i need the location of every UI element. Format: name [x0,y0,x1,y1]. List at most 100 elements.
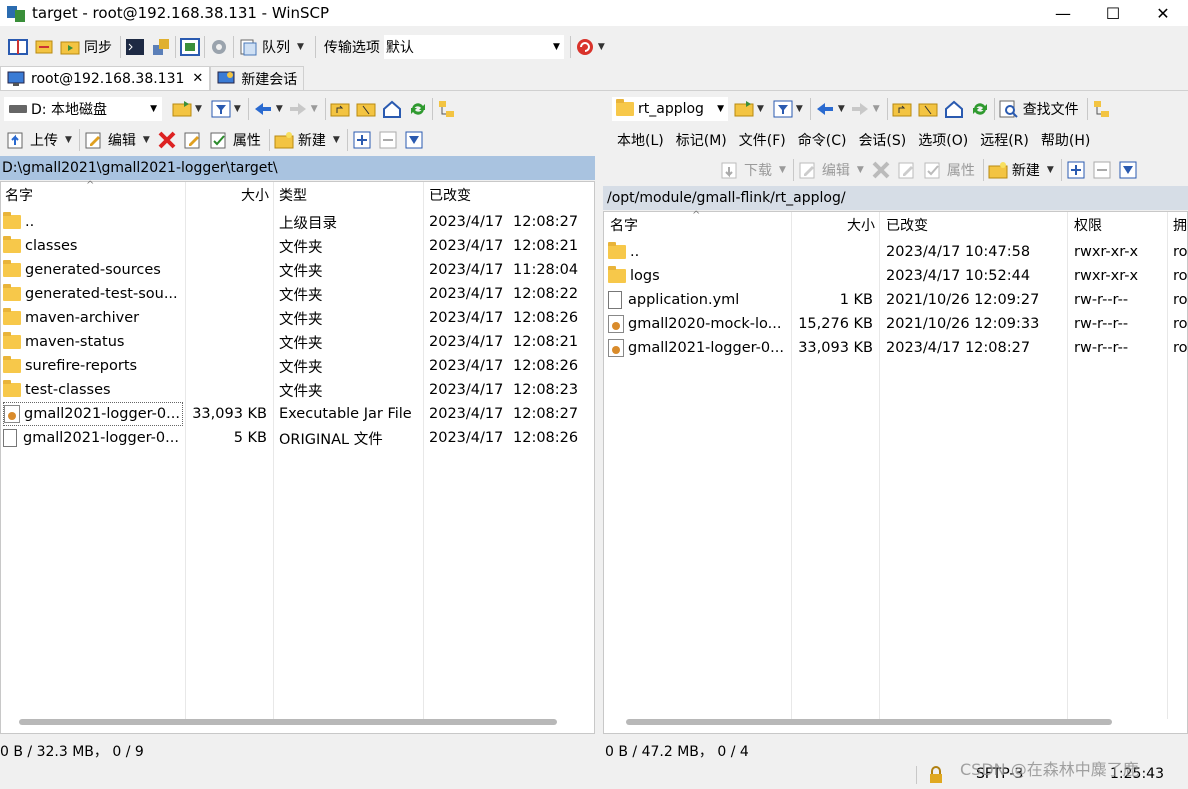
column-header-name[interactable]: 名字 [610,212,638,238]
console-icon[interactable] [125,37,145,57]
table-row[interactable]: logs 2023/4/17 10:52:44 rwxr-xr-x ro [604,264,1187,288]
compare-dirs-icon[interactable] [8,37,28,57]
new-button[interactable]: 新建 [1012,160,1040,180]
table-row[interactable]: test-classes 文件夹 2023/4/17 12:08:23 [1,378,594,402]
close-icon[interactable]: ✕ [192,71,203,86]
chevron-down-icon[interactable]: ▼ [276,104,283,114]
table-row[interactable]: maven-status 文件夹 2023/4/17 12:08:21 [1,330,594,354]
back-arrow-icon[interactable] [253,99,273,119]
chevron-down-icon[interactable]: ▼ [857,165,864,175]
chevron-down-icon[interactable]: ▼ [195,104,202,114]
parent-dir-icon[interactable] [330,99,350,119]
remote-dir-selector[interactable]: rt_applog ▼ [612,97,728,121]
column-header-owner[interactable]: 拥 [1173,212,1187,238]
filter-select-icon[interactable] [1118,160,1138,180]
chevron-down-icon[interactable]: ▼ [234,104,241,114]
queue-icon[interactable] [238,37,258,57]
filter-icon[interactable] [211,99,231,119]
chevron-down-icon[interactable]: ▼ [1047,165,1054,175]
menu-options[interactable]: 选项(O) [918,130,968,150]
gear-icon[interactable] [209,37,229,57]
table-row[interactable]: surefire-reports 文件夹 2023/4/17 12:08:26 [1,354,594,378]
edit-icon[interactable] [84,130,104,150]
chevron-down-icon[interactable]: ▼ [873,104,880,114]
back-arrow-icon[interactable] [815,99,835,119]
open-folder-icon[interactable] [172,99,192,119]
edit-button[interactable]: 编辑 [108,130,136,150]
rename-icon[interactable] [183,130,203,150]
menu-help[interactable]: 帮助(H) [1041,130,1090,150]
menu-remote[interactable]: 远程(R) [980,130,1029,150]
delete-icon[interactable] [157,130,177,150]
deselect-icon[interactable] [378,130,398,150]
queue-button[interactable]: 队列 [262,37,290,57]
table-row[interactable]: .. 上级目录 2023/4/17 12:08:27 [1,210,594,234]
refresh-icon[interactable] [408,99,428,119]
home-icon[interactable] [382,99,402,119]
sync-button[interactable]: 同步 [84,37,112,57]
column-header-type[interactable]: 类型 [279,182,307,208]
forward-arrow-icon[interactable] [850,99,870,119]
column-header-size[interactable]: 大小 [187,182,269,208]
properties-icon[interactable] [923,160,943,180]
horizontal-scrollbar[interactable] [626,719,1112,725]
select-all-icon[interactable] [352,130,372,150]
new-icon[interactable] [988,160,1008,180]
chevron-down-icon[interactable]: ▼ [297,42,304,52]
table-row[interactable]: generated-test-sou... 文件夹 2023/4/17 12:0… [1,282,594,306]
edit-button[interactable]: 编辑 [822,160,850,180]
open-folder-icon[interactable] [734,99,754,119]
new-icon[interactable] [274,130,294,150]
chevron-down-icon[interactable]: ▼ [598,42,605,52]
transfer-settings-dropdown[interactable]: 默认 ▼ [383,35,564,59]
tree-view-icon[interactable] [437,99,457,119]
table-row[interactable]: application.yml 1 KB 2021/10/26 12:09:27… [604,288,1187,312]
chevron-down-icon[interactable]: ▼ [65,135,72,145]
chevron-down-icon[interactable]: ▼ [143,135,150,145]
synchronize-icon[interactable] [34,37,54,57]
left-path-bar[interactable]: D:\gmall2021\gmall2021-logger\target\ [0,156,595,180]
table-row[interactable]: gmall2021-logger-0... 33,093 KB Executab… [1,402,594,426]
deselect-icon[interactable] [1092,160,1112,180]
putty-icon[interactable] [151,37,171,57]
find-files-button[interactable]: 查找文件 [1023,99,1079,119]
tab-new-session[interactable]: 新建会话 [210,66,305,90]
column-header-rights[interactable]: 权限 [1074,212,1102,238]
chevron-down-icon[interactable]: ▼ [333,135,340,145]
tab-session[interactable]: root@192.168.38.131 ✕ [0,66,211,90]
column-header-size[interactable]: 大小 [793,212,875,238]
refresh-icon[interactable] [970,99,990,119]
properties-button[interactable]: 属性 [947,160,975,180]
right-file-list[interactable]: 名字 ^ 大小 已改变 权限 拥 .. 2023/4/17 10:47:58 r… [603,210,1188,734]
home-icon[interactable] [944,99,964,119]
properties-button[interactable]: 属性 [233,130,261,150]
root-dir-icon[interactable] [356,99,376,119]
properties-icon[interactable] [209,130,229,150]
filter-icon[interactable] [773,99,793,119]
table-row[interactable]: maven-archiver 文件夹 2023/4/17 12:08:26 [1,306,594,330]
delete-icon[interactable] [871,160,891,180]
filter-select-icon[interactable] [404,130,424,150]
chevron-down-icon[interactable]: ▼ [838,104,845,114]
maximize-button[interactable]: ☐ [1088,0,1138,26]
column-header-name[interactable]: 名字 [5,182,33,208]
find-files-icon[interactable] [999,99,1019,119]
menu-files[interactable]: 文件(F) [739,130,786,150]
column-header-changed[interactable]: 已改变 [886,212,928,238]
drive-selector[interactable]: D: 本地磁盘 ▼ [4,97,162,121]
explorer-icon[interactable] [180,37,200,57]
sync-folder-icon[interactable] [60,37,80,57]
upload-button[interactable]: 上传 [30,130,58,150]
select-all-icon[interactable] [1066,160,1086,180]
tree-view-icon[interactable] [1092,99,1112,119]
chevron-down-icon[interactable]: ▼ [779,165,786,175]
table-row[interactable]: gmall2020-mock-lo... 15,276 KB 2021/10/2… [604,312,1187,336]
menu-commands[interactable]: 命令(C) [798,130,847,150]
new-button[interactable]: 新建 [298,130,326,150]
rename-icon[interactable] [897,160,917,180]
forward-arrow-icon[interactable] [288,99,308,119]
table-row[interactable]: .. 2023/4/17 10:47:58 rwxr-xr-x ro [604,240,1187,264]
upload-icon[interactable] [6,130,26,150]
menu-session[interactable]: 会话(S) [858,130,906,150]
minimize-button[interactable]: — [1038,0,1088,26]
